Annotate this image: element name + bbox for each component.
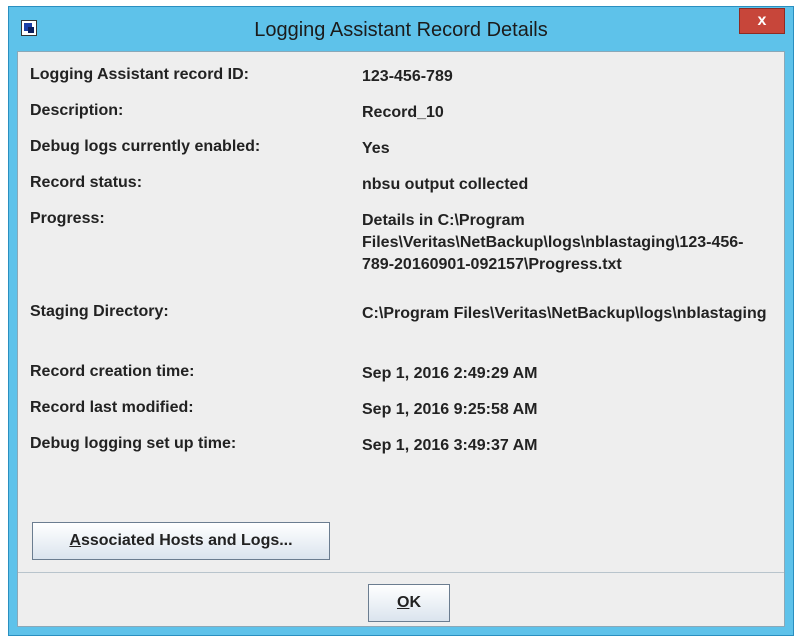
record-id-value: 123-456-789: [362, 68, 453, 85]
ok-button-mnemonic: O: [396, 594, 410, 611]
detail-row-creation-time: Record creation time: Sep 1, 2016 2:49:2…: [30, 363, 780, 399]
detail-row-debug-enabled: Debug logs currently enabled: Yes: [30, 138, 780, 174]
close-button[interactable]: x: [739, 8, 785, 34]
dialog-window: Logging Assistant Record Details x Loggi…: [8, 6, 794, 636]
ok-button-label: K: [409, 594, 421, 611]
debug-setup-time-label: Debug logging set up time:: [30, 435, 237, 452]
debug-enabled-label: Debug logs currently enabled:: [30, 138, 261, 155]
staging-directory-label: Staging Directory:: [30, 303, 169, 320]
button-separator: [18, 572, 784, 573]
debug-setup-time-value: Sep 1, 2016 3:49:37 AM: [362, 437, 538, 454]
associated-hosts-and-logs-button[interactable]: Associated Hosts and Logs...: [32, 522, 330, 560]
description-value: Record_10: [362, 104, 444, 121]
last-modified-label: Record last modified:: [30, 399, 194, 416]
dialog-content: Logging Assistant record ID: 123-456-789…: [17, 51, 785, 627]
record-details: Logging Assistant record ID: 123-456-789…: [30, 66, 780, 471]
creation-time-value: Sep 1, 2016 2:49:29 AM: [362, 365, 538, 382]
staging-directory-value: C:\Program Files\Veritas\NetBackup\logs\…: [362, 305, 767, 322]
associated-button-label: ssociated Hosts and Logs...: [80, 532, 293, 549]
window-title: Logging Assistant Record Details: [254, 19, 548, 41]
detail-row-last-modified: Record last modified: Sep 1, 2016 9:25:5…: [30, 399, 780, 435]
detail-row-staging-directory: Staging Directory: C:\Program Files\Veri…: [30, 303, 780, 363]
record-status-label: Record status:: [30, 174, 143, 191]
detail-row-description: Description: Record_10: [30, 102, 780, 138]
associated-button-mnemonic: A: [69, 532, 81, 549]
description-label: Description:: [30, 102, 124, 119]
record-id-label: Logging Assistant record ID:: [30, 66, 249, 83]
progress-label: Progress:: [30, 210, 105, 227]
detail-row-record-id: Logging Assistant record ID: 123-456-789: [30, 66, 780, 102]
progress-value: Details in C:\Program Files\Veritas\NetB…: [362, 212, 744, 273]
detail-row-debug-setup-time: Debug logging set up time: Sep 1, 2016 3…: [30, 435, 780, 471]
detail-row-record-status: Record status: nbsu output collected: [30, 174, 780, 210]
detail-row-progress: Progress: Details in C:\Program Files\Ve…: [30, 210, 780, 303]
record-status-value: nbsu output collected: [362, 176, 529, 193]
title-bar[interactable]: Logging Assistant Record Details x: [9, 7, 793, 51]
ok-button[interactable]: OK: [368, 584, 450, 622]
creation-time-label: Record creation time:: [30, 363, 195, 380]
debug-enabled-value: Yes: [362, 140, 390, 157]
last-modified-value: Sep 1, 2016 9:25:58 AM: [362, 401, 538, 418]
